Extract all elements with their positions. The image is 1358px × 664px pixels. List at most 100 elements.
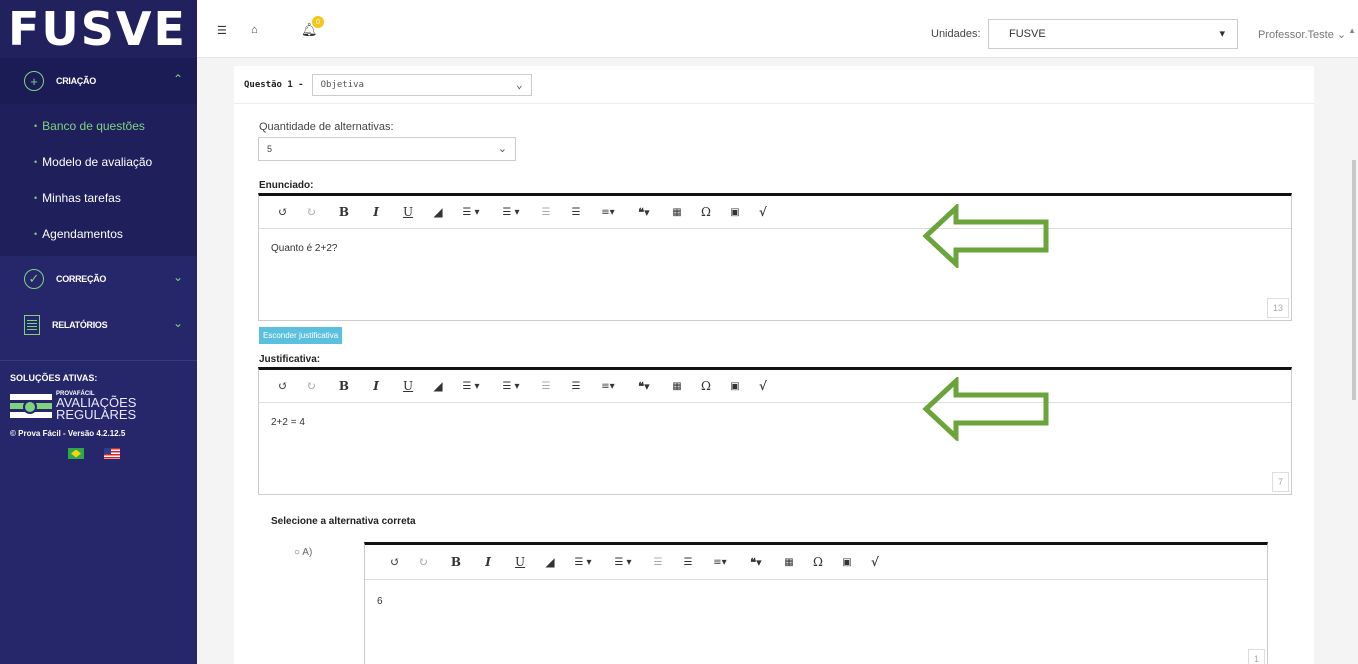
align-icon[interactable]: ≡▾ xyxy=(703,557,737,568)
omega-icon[interactable]: Ω xyxy=(803,555,833,569)
chevron-up-icon: ⌃ xyxy=(172,72,183,86)
bullet-icon: • xyxy=(34,229,38,239)
chevron-down-icon: ⌄ xyxy=(172,270,183,284)
statement-text[interactable]: Quanto é 2+2? xyxy=(259,229,1291,268)
underline-icon[interactable]: U xyxy=(391,379,425,393)
table-icon[interactable]: ▦ xyxy=(663,381,691,392)
omega-icon[interactable]: Ω xyxy=(691,379,721,393)
eraser-icon[interactable]: ◢ xyxy=(425,205,451,219)
outdent-icon[interactable]: ☰ xyxy=(531,207,561,218)
image-icon[interactable]: ▣ xyxy=(833,557,861,568)
omega-icon[interactable]: Ω xyxy=(691,205,721,219)
menu-criacao[interactable]: + CRIAÇÃO ⌃ xyxy=(0,58,197,104)
underline-icon[interactable]: U xyxy=(503,555,537,569)
brand-logo[interactable]: FUSVE xyxy=(0,0,197,58)
quote-icon[interactable]: ❝▾ xyxy=(625,206,663,219)
check-circle-icon: ✓ xyxy=(24,269,44,289)
outdent-icon[interactable]: ☰ xyxy=(643,557,673,568)
redo-icon[interactable]: ↻ xyxy=(295,205,327,219)
italic-icon[interactable]: I xyxy=(361,205,391,219)
redo-icon[interactable]: ↻ xyxy=(295,379,327,393)
align-icon[interactable]: ≡▾ xyxy=(591,207,625,218)
table-icon[interactable]: ▦ xyxy=(775,557,803,568)
bullet-icon: • xyxy=(34,121,38,131)
undo-icon[interactable]: ↺ xyxy=(383,555,407,569)
usa-flag-icon[interactable] xyxy=(104,448,120,459)
outdent-icon[interactable]: ☰ xyxy=(531,381,561,392)
align-icon[interactable]: ≡▾ xyxy=(591,381,625,392)
indent-icon[interactable]: ☰ xyxy=(673,557,703,568)
ordered-list-icon[interactable]: ☰ ▾ xyxy=(563,557,603,568)
quote-icon[interactable]: ❝▾ xyxy=(625,380,663,393)
qty-label: Quantidade de alternativas: xyxy=(259,121,394,133)
char-counter: 7 xyxy=(1271,472,1289,492)
left-arrow-annotation-icon xyxy=(922,204,1049,268)
editor-toolbar: ↺ ↻ B I U ◢ ☰ ▾ ☰ ▾ ☰ ☰ ≡▾ ❝▾ ▦ Ω ▣ √ xyxy=(259,196,1291,229)
sidebar-item-banco-de-questoes[interactable]: • Banco de questões xyxy=(0,108,197,144)
redo-icon[interactable]: ↻ xyxy=(407,555,439,569)
qty-select[interactable]: 5 ⌄ xyxy=(258,137,516,161)
home-icon[interactable]: ⌂ xyxy=(251,24,258,36)
question-card: Questão 1 - Objetiva ⌄ Quantidade de alt… xyxy=(234,66,1314,664)
bullet-list-icon[interactable]: ☰ ▾ xyxy=(603,557,643,568)
hide-justification-button[interactable]: Esconder justificativa xyxy=(259,327,343,344)
chevron-down-icon: ⌄ xyxy=(515,77,523,91)
eraser-icon[interactable]: ◢ xyxy=(537,555,563,569)
bold-icon[interactable]: B xyxy=(327,205,361,219)
notification-badge: 0 xyxy=(312,16,324,28)
solution-name-line2: REGULARES xyxy=(56,407,137,422)
italic-icon[interactable]: I xyxy=(361,379,391,393)
menu-relatorios[interactable]: RELATÓRIOS ⌄ xyxy=(0,302,197,348)
question-title: Questão 1 - xyxy=(244,79,304,90)
scroll-up-icon[interactable]: ▲ xyxy=(1348,26,1356,35)
ordered-list-icon[interactable]: ☰ ▾ xyxy=(451,207,491,218)
sqrt-icon[interactable]: √ xyxy=(861,555,889,569)
italic-icon[interactable]: I xyxy=(473,555,503,569)
image-icon[interactable]: ▣ xyxy=(721,207,749,218)
bullet-list-icon[interactable]: ☰ ▾ xyxy=(491,207,531,218)
sidebar-item-modelo-de-avaliacao[interactable]: • Modelo de avaliação xyxy=(0,144,197,180)
criacao-submenu: • Banco de questões • Modelo de avaliação … xyxy=(0,104,197,256)
indent-icon[interactable]: ☰ xyxy=(561,207,591,218)
indent-icon[interactable]: ☰ xyxy=(561,381,591,392)
solution-logo: PROVAFÁCIL AVALIAÇÕES REGULARES xyxy=(0,391,197,421)
sidebar-item-agendamentos[interactable]: • Agendamentos xyxy=(0,216,197,252)
undo-icon[interactable]: ↺ xyxy=(271,379,295,393)
plus-circle-icon: + xyxy=(24,71,44,91)
quote-icon[interactable]: ❝▾ xyxy=(737,556,775,569)
menu-label: CORREÇÃO xyxy=(56,274,107,284)
justification-text[interactable]: 2+2 = 4 xyxy=(259,403,1291,442)
table-icon[interactable]: ▦ xyxy=(663,207,691,218)
image-icon[interactable]: ▣ xyxy=(721,381,749,392)
eraser-icon[interactable]: ◢ xyxy=(425,379,451,393)
user-menu[interactable]: Professor.Teste ⌄ xyxy=(1258,28,1346,41)
ordered-list-icon[interactable]: ☰ ▾ xyxy=(451,381,491,392)
question-header: Questão 1 - Objetiva ⌄ xyxy=(234,66,1314,104)
sqrt-icon[interactable]: √ xyxy=(749,205,777,219)
brazil-flag-icon[interactable] xyxy=(68,448,84,459)
units-select[interactable]: FUSVE ▾ xyxy=(988,19,1238,49)
question-type-select[interactable]: Objetiva ⌄ xyxy=(311,73,532,96)
bullet-list-icon[interactable]: ☰ ▾ xyxy=(491,381,531,392)
menu-correcao[interactable]: ✓ CORREÇÃO ⌄ xyxy=(0,256,197,302)
sidebar: FUSVE + CRIAÇÃO ⌃ • Banco de questões • Mo… xyxy=(0,0,197,664)
document-icon xyxy=(24,315,40,335)
select-correct-label: Selecione a alternativa correta xyxy=(271,516,416,527)
top-bar: ☰ ⌂ 🔔︎ 0 Unidades: FUSVE ▾ Professor.Tes… xyxy=(197,0,1358,58)
undo-icon[interactable]: ↺ xyxy=(271,205,295,219)
sqrt-icon[interactable]: √ xyxy=(749,379,777,393)
scrollbar[interactable] xyxy=(1352,160,1356,400)
menu-label: CRIAÇÃO xyxy=(56,76,96,86)
char-counter: 13 xyxy=(1266,298,1289,318)
underline-icon[interactable]: U xyxy=(391,205,425,219)
sidebar-item-minhas-tarefas[interactable]: • Minhas tarefas xyxy=(0,180,197,216)
option-a-text[interactable]: 6 xyxy=(365,580,1267,623)
option-a-radio[interactable]: ○ A) xyxy=(294,547,312,558)
char-counter: 1 xyxy=(1247,649,1265,664)
bold-icon[interactable]: B xyxy=(439,555,473,569)
menu-toggle-icon[interactable]: ☰ xyxy=(217,24,227,37)
chevron-down-icon: ⌄ xyxy=(172,316,183,330)
statement-label: Enunciado: xyxy=(259,180,314,191)
bullet-icon: • xyxy=(34,157,38,167)
bold-icon[interactable]: B xyxy=(327,379,361,393)
